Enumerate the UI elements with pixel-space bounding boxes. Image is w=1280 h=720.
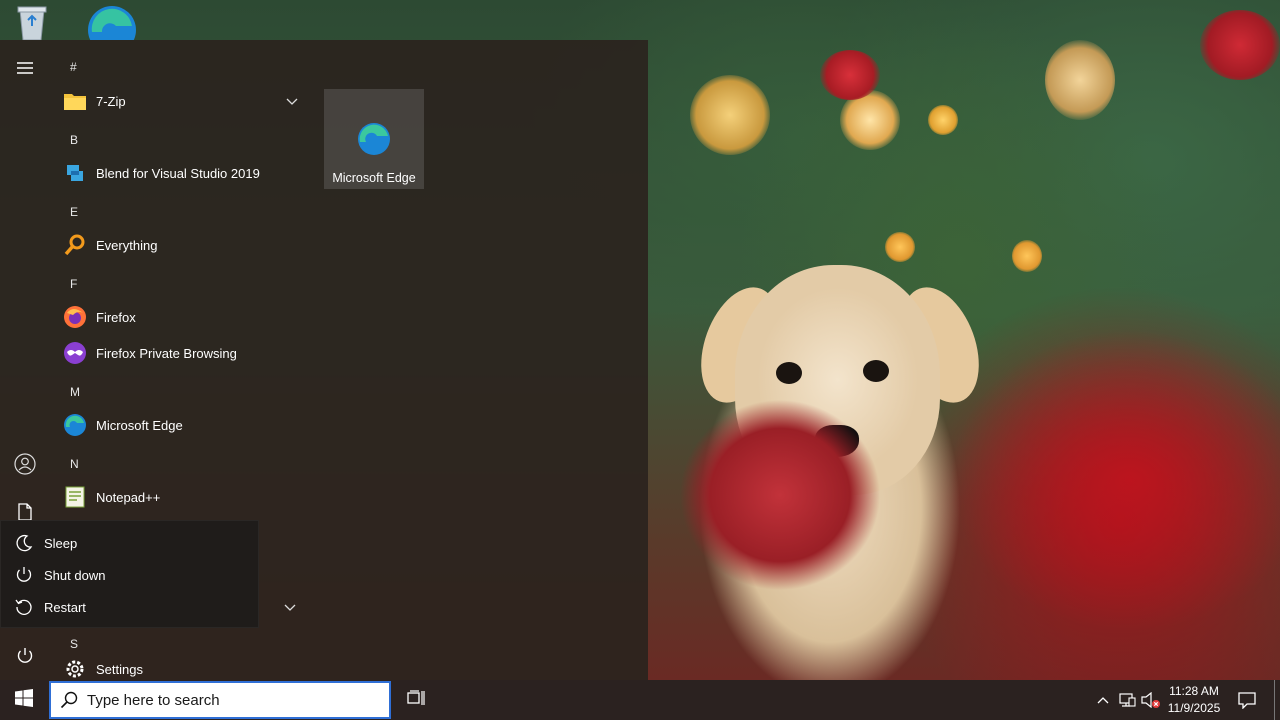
clock-date: 11/9/2025 <box>1167 701 1221 715</box>
chevron-down-icon[interactable] <box>286 93 298 111</box>
app-item-7zip[interactable]: 7-Zip <box>62 83 308 119</box>
app-label: Firefox <box>96 309 136 325</box>
firefox-icon <box>62 304 88 330</box>
everything-icon <box>62 232 88 258</box>
app-label: Notepad++ <box>96 489 161 505</box>
restart-button[interactable]: Restart <box>1 591 260 623</box>
bokeh-light <box>820 50 880 100</box>
network-icon[interactable] <box>1116 680 1138 720</box>
search-box[interactable] <box>49 681 391 719</box>
bokeh-light <box>690 75 770 155</box>
app-label: Firefox Private Browsing <box>96 345 237 361</box>
user-icon[interactable] <box>0 444 50 484</box>
taskbar: 11:28 AM 11/9/2025 <box>0 680 1280 720</box>
letter-header[interactable]: F <box>70 277 77 291</box>
puppy-eye <box>776 362 802 384</box>
bokeh-light <box>1012 240 1042 272</box>
power-icon <box>13 564 35 586</box>
app-label: 7-Zip <box>96 93 126 109</box>
windows-icon <box>15 688 33 712</box>
letter-header[interactable]: B <box>70 133 78 147</box>
search-input[interactable] <box>87 691 377 709</box>
app-item-settings[interactable]: Settings <box>62 651 308 680</box>
clock[interactable]: 11:28 AM 11/9/2025 <box>1162 683 1226 717</box>
app-item-notepadpp[interactable]: Notepad++ <box>62 479 308 515</box>
task-view-button[interactable] <box>396 680 436 720</box>
red-ribbon <box>680 400 880 590</box>
letter-header[interactable]: E <box>70 205 78 219</box>
bokeh-light <box>1045 40 1115 120</box>
sleep-button[interactable]: Sleep <box>1 527 260 559</box>
chevron-up-icon[interactable] <box>1092 680 1114 720</box>
app-item-edge[interactable]: Microsoft Edge <box>62 407 308 443</box>
task-view-icon <box>407 689 425 711</box>
start-button[interactable] <box>0 680 48 720</box>
bokeh-light <box>1200 10 1280 80</box>
letter-header[interactable]: M <box>70 385 80 399</box>
show-desktop-button[interactable] <box>1274 680 1280 720</box>
notepadpp-icon <box>62 484 88 510</box>
hamburger-icon[interactable] <box>0 48 50 88</box>
restart-label: Restart <box>44 599 86 615</box>
chevron-down-icon[interactable] <box>284 599 296 617</box>
folder-icon <box>62 88 88 114</box>
edge-icon[interactable] <box>86 4 138 54</box>
moon-icon <box>13 532 35 554</box>
letter-header[interactable]: N <box>70 457 79 471</box>
shut-down-label: Shut down <box>44 567 106 583</box>
shut-down-button[interactable]: Shut down <box>1 559 260 591</box>
bokeh-light <box>885 232 915 262</box>
firefox-private-icon <box>62 340 88 366</box>
search-icon <box>51 691 87 709</box>
sleep-label: Sleep <box>44 535 78 551</box>
tile-label: Microsoft Edge <box>332 171 416 185</box>
app-item-blend[interactable]: Blend for Visual Studio 2019 <box>62 155 308 191</box>
app-label: Blend for Visual Studio 2019 <box>96 165 260 181</box>
blend-icon <box>62 160 88 186</box>
edge-icon <box>356 121 392 162</box>
app-item-everything[interactable]: Everything <box>62 227 308 263</box>
app-item-firefox-private[interactable]: Firefox Private Browsing <box>62 335 308 371</box>
app-label: Everything <box>96 237 158 253</box>
recycle-bin-icon[interactable] <box>12 4 64 41</box>
edge-icon <box>62 412 88 438</box>
letter-header[interactable]: # <box>70 60 77 74</box>
letter-header[interactable]: S <box>70 637 78 651</box>
gear-icon <box>62 656 88 680</box>
power-icon[interactable] <box>0 636 50 676</box>
notification-icon[interactable] <box>1232 680 1262 720</box>
restart-icon <box>13 596 35 618</box>
volume-muted-icon[interactable] <box>1140 680 1162 720</box>
app-label: Settings <box>96 661 143 677</box>
clock-time: 11:28 AM <box>1169 684 1219 698</box>
app-item-firefox[interactable]: Firefox <box>62 299 308 335</box>
tile-microsoft-edge[interactable]: Microsoft Edge <box>324 89 424 189</box>
power-menu: Sleep Shut down Restart <box>0 520 259 628</box>
app-label: Microsoft Edge <box>96 417 183 433</box>
puppy-eye <box>863 360 889 382</box>
bokeh-light <box>928 105 958 135</box>
